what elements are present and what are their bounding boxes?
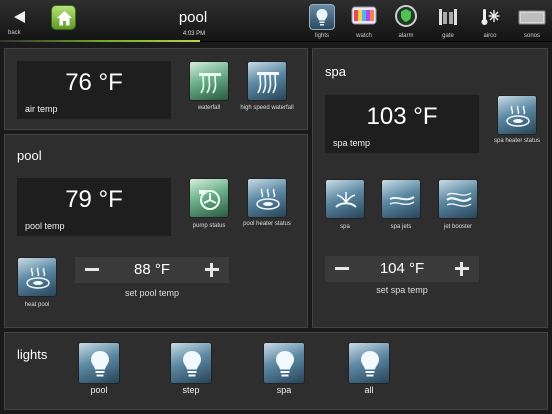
nav-label: alarm bbox=[398, 33, 414, 39]
nav-airco[interactable]: airco bbox=[470, 4, 510, 42]
page-title: pool bbox=[178, 9, 208, 26]
nav-label: airco bbox=[483, 33, 497, 39]
heat-icon bbox=[26, 267, 50, 289]
nav-alarm[interactable]: alarm bbox=[386, 4, 426, 42]
pump-status-button[interactable] bbox=[189, 178, 229, 218]
spa-heater-status-label: spa heater status bbox=[493, 138, 541, 144]
pool-temp-value: 79 °F bbox=[65, 186, 123, 213]
lightbulb-icon bbox=[309, 4, 335, 30]
spa-temp-value: 103 °F bbox=[366, 103, 438, 130]
nav-watch[interactable]: watch bbox=[344, 4, 384, 42]
air-temp-label: air temp bbox=[25, 104, 58, 114]
jet-booster-button[interactable] bbox=[438, 179, 478, 219]
high-speed-waterfall-label: high speed waterfall bbox=[240, 105, 294, 111]
pool-temp-label: pool temp bbox=[25, 221, 65, 231]
pool-heater-status-label: pool heater status bbox=[243, 221, 291, 227]
waterfall-button[interactable] bbox=[189, 61, 229, 101]
pool-section-title: pool bbox=[17, 148, 42, 163]
spa-temp-increase-button[interactable] bbox=[449, 256, 475, 282]
nav-label: lights bbox=[314, 33, 329, 39]
spa-setpoint-label: set spa temp bbox=[376, 285, 428, 295]
booster-icon bbox=[446, 192, 472, 207]
lights-section-title: lights bbox=[17, 347, 48, 362]
light-all-label: all bbox=[364, 385, 374, 395]
heat-pool-button[interactable] bbox=[17, 257, 57, 297]
spa-temp-readout: 103 °F spa temp bbox=[325, 95, 479, 153]
jet-booster-label: jet booster bbox=[443, 224, 473, 230]
pool-setpoint-value: 88 °F bbox=[133, 261, 170, 278]
gate-icon bbox=[435, 4, 461, 30]
spa-panel: spa 103 °F spa temp spa heater status sp… bbox=[312, 48, 548, 328]
pool-heater-status-button[interactable] bbox=[247, 178, 287, 218]
spa-setpoint-value: 104 °F bbox=[379, 260, 425, 277]
pump-icon bbox=[199, 190, 220, 210]
jets-icon bbox=[389, 196, 415, 205]
nav-gate[interactable]: gate bbox=[428, 4, 468, 42]
spa-heater-status-button[interactable] bbox=[497, 95, 537, 135]
top-bar-accent bbox=[0, 40, 200, 42]
nav-label: gate bbox=[442, 33, 454, 39]
spa-temp-stepper: 104 °F bbox=[325, 256, 479, 282]
pool-temp-stepper: 88 °F bbox=[75, 257, 229, 283]
top-bar: back pool 4:03 PM lights watch alarm gat… bbox=[0, 0, 552, 42]
pool-temp-readout: 79 °F pool temp bbox=[17, 178, 171, 236]
waterfall-icon bbox=[199, 73, 221, 94]
heater-icon bbox=[256, 188, 280, 210]
spa-jets-button[interactable] bbox=[381, 179, 421, 219]
minus-icon bbox=[85, 268, 99, 271]
nav-label: sonos bbox=[523, 33, 540, 39]
air-panel: 76 °F air temp waterfall high speed wate… bbox=[4, 48, 308, 130]
light-step-label: step bbox=[182, 385, 200, 395]
lightbulb-icon bbox=[183, 351, 201, 377]
tv-icon bbox=[351, 4, 377, 30]
spa-button[interactable] bbox=[325, 179, 365, 219]
pool-setpoint-label: set pool temp bbox=[124, 288, 180, 298]
light-spa-label: spa bbox=[276, 385, 292, 395]
speaker-icon bbox=[518, 4, 546, 30]
light-spa-button[interactable] bbox=[263, 342, 305, 384]
lightbulb-icon bbox=[91, 351, 109, 377]
light-all-button[interactable] bbox=[348, 342, 390, 384]
pool-temp-increase-button[interactable] bbox=[199, 257, 225, 283]
minus-icon bbox=[335, 267, 349, 270]
lightbulb-icon bbox=[361, 351, 379, 377]
air-temp-value: 76 °F bbox=[65, 69, 123, 96]
light-pool-label: pool bbox=[90, 385, 108, 395]
heat-pool-label: heat pool bbox=[24, 302, 50, 308]
nav-sonos[interactable]: sonos bbox=[512, 4, 552, 42]
nav-lights[interactable]: lights bbox=[302, 4, 342, 42]
back-label: back bbox=[8, 30, 21, 36]
high-speed-waterfall-icon bbox=[257, 72, 279, 94]
clock: 4:03 PM bbox=[182, 31, 206, 37]
lights-panel: lights pool step spa all bbox=[4, 332, 548, 410]
high-speed-waterfall-button[interactable] bbox=[247, 61, 287, 101]
shield-icon bbox=[393, 4, 419, 30]
spa-icon bbox=[335, 192, 357, 208]
light-step-button[interactable] bbox=[170, 342, 212, 384]
thermometer-snowflake-icon bbox=[477, 4, 503, 30]
home-button[interactable] bbox=[51, 5, 76, 30]
back-button[interactable]: back bbox=[8, 8, 34, 38]
nav-label: watch bbox=[356, 33, 372, 39]
spa-temp-label: spa temp bbox=[333, 138, 371, 148]
lightbulb-icon bbox=[276, 351, 294, 377]
home-icon bbox=[57, 11, 72, 26]
light-pool-button[interactable] bbox=[78, 342, 120, 384]
pool-panel: pool 79 °F pool temp pump status pool he… bbox=[4, 134, 308, 328]
spa-section-title: spa bbox=[325, 64, 346, 79]
heater-icon bbox=[506, 105, 530, 127]
back-arrow-icon bbox=[14, 11, 25, 23]
air-temp-readout: 76 °F air temp bbox=[17, 61, 171, 119]
